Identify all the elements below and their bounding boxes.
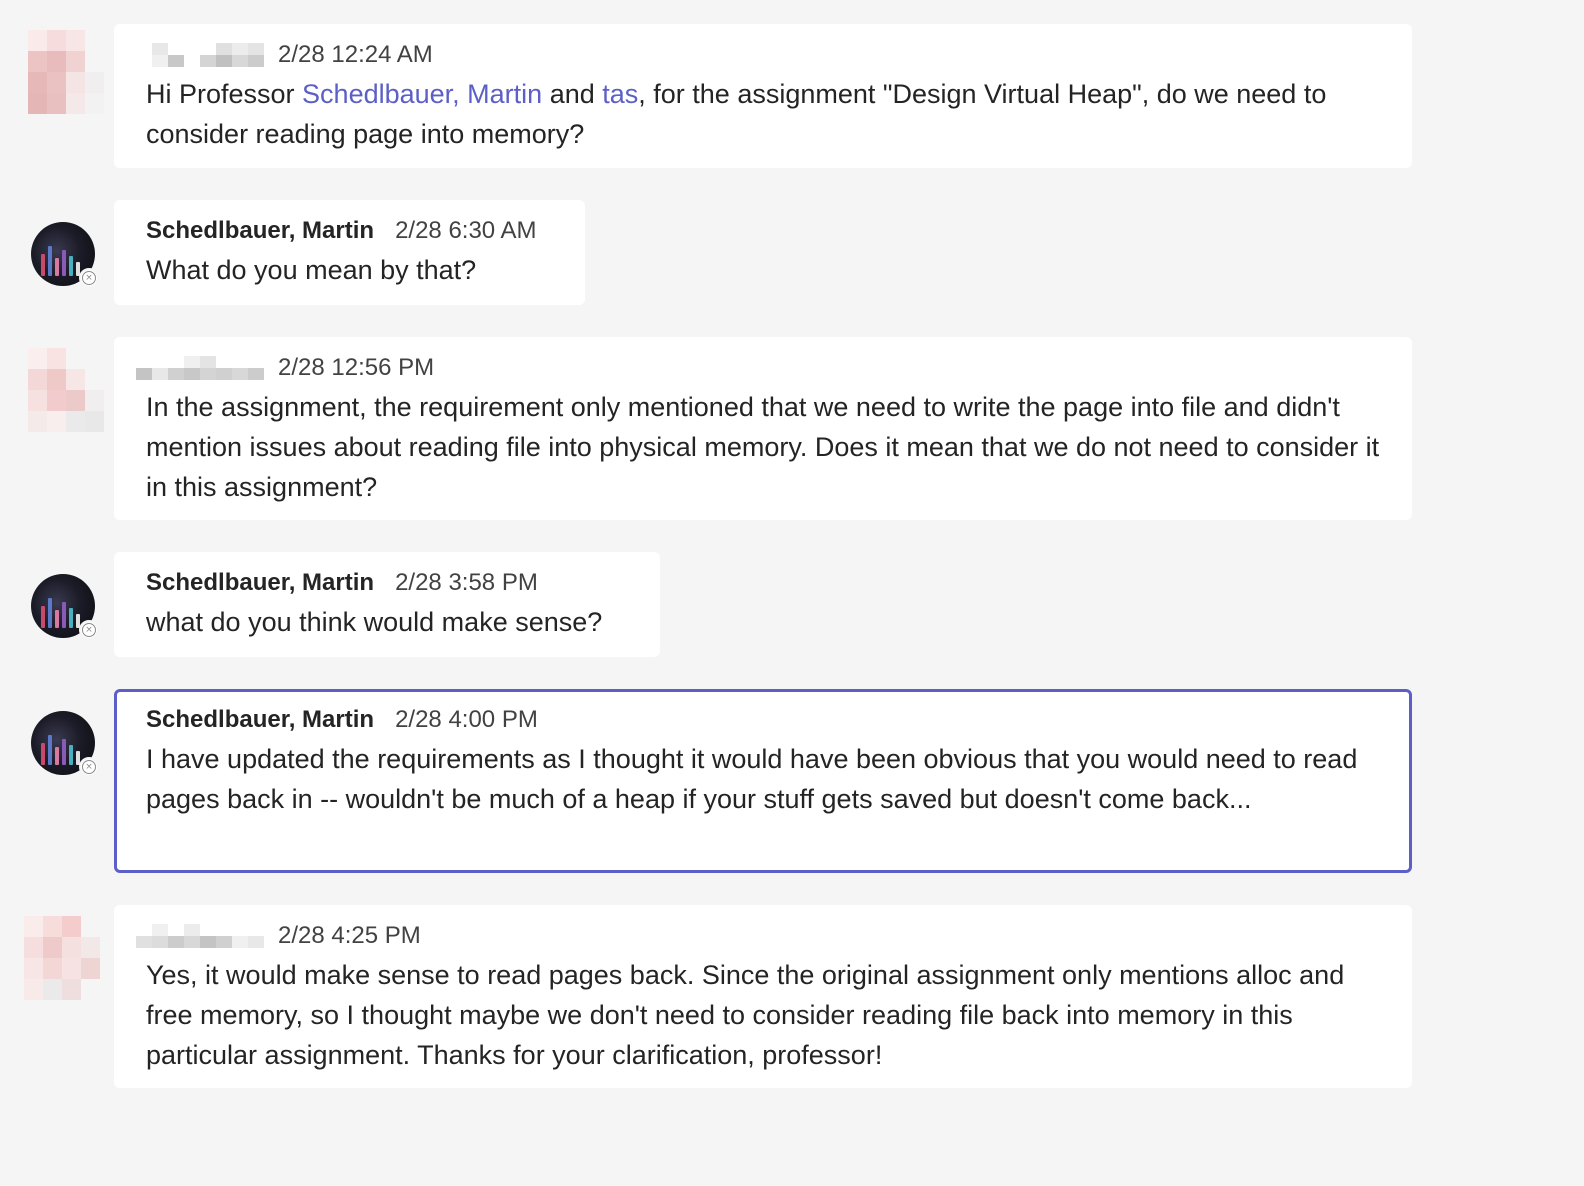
message-author[interactable]: Schedlbauer, Martin	[146, 706, 374, 734]
avatar[interactable]	[28, 30, 104, 114]
message-text: I have updated the requirements as I tho…	[146, 744, 1358, 814]
mention-link[interactable]: Schedlbauer, Martin	[302, 79, 542, 109]
message-text: Yes, it would make sense to read pages b…	[146, 960, 1345, 1070]
message-timestamp: 2/28 4:00 PM	[395, 706, 538, 733]
message-bubble[interactable]: Schedlbauer, Martin 2/28 6:30 AM What do…	[114, 200, 585, 305]
avatar[interactable]	[24, 916, 100, 1000]
offline-status-icon: ×	[79, 757, 99, 777]
avatar[interactable]: ×	[31, 574, 99, 640]
message-header: 2/28 12:24 AM	[136, 40, 1380, 70]
offline-status-icon: ×	[79, 620, 99, 640]
message-bubble[interactable]: 2/28 12:56 PM In the assignment, the req…	[114, 337, 1412, 520]
message-bubble[interactable]: Schedlbauer, Martin 2/28 3:58 PM what do…	[114, 552, 660, 657]
message-timestamp: 2/28 4:25 PM	[278, 922, 421, 949]
redacted-author-name	[136, 356, 264, 380]
message-header: Schedlbauer, Martin 2/28 6:30 AM	[146, 216, 553, 246]
redacted-author-name	[136, 924, 264, 948]
message-timestamp: 2/28 6:30 AM	[395, 217, 537, 244]
message-text: What do you mean by that?	[146, 255, 477, 285]
message-author[interactable]: Schedlbauer, Martin	[146, 217, 374, 245]
message-header: Schedlbauer, Martin 2/28 3:58 PM	[146, 568, 628, 598]
message-text: what do you think would make sense?	[146, 607, 603, 637]
avatar[interactable]	[28, 348, 104, 432]
offline-status-icon: ×	[79, 268, 99, 288]
message-header: 2/28 12:56 PM	[136, 353, 1380, 383]
message-bubble-selected[interactable]: Schedlbauer, Martin 2/28 4:00 PM I have …	[114, 689, 1412, 873]
chat-thread: 2/28 12:24 AM Hi Professor Schedlbauer, …	[0, 0, 1584, 1186]
message-text-part: and	[542, 79, 603, 109]
message-header: 2/28 4:25 PM	[136, 921, 1380, 951]
message-timestamp: 2/28 12:24 AM	[278, 41, 433, 68]
message-timestamp: 2/28 12:56 PM	[278, 354, 435, 381]
avatar[interactable]: ×	[31, 711, 99, 777]
message-header: Schedlbauer, Martin 2/28 4:00 PM	[146, 705, 1380, 735]
mention-link[interactable]: tas	[602, 79, 638, 109]
message-bubble[interactable]: 2/28 12:24 AM Hi Professor Schedlbauer, …	[114, 24, 1412, 168]
message-bubble[interactable]: 2/28 4:25 PM Yes, it would make sense to…	[114, 905, 1412, 1088]
redacted-author-name	[136, 43, 264, 67]
message-text: In the assignment, the requirement only …	[146, 392, 1380, 502]
message-text: Hi Professor Schedlbauer, Martin and tas…	[146, 74, 1380, 154]
avatar[interactable]: ×	[31, 222, 99, 288]
message-timestamp: 2/28 3:58 PM	[395, 569, 538, 596]
message-text-part: Hi Professor	[146, 79, 303, 109]
message-author[interactable]: Schedlbauer, Martin	[146, 569, 374, 597]
